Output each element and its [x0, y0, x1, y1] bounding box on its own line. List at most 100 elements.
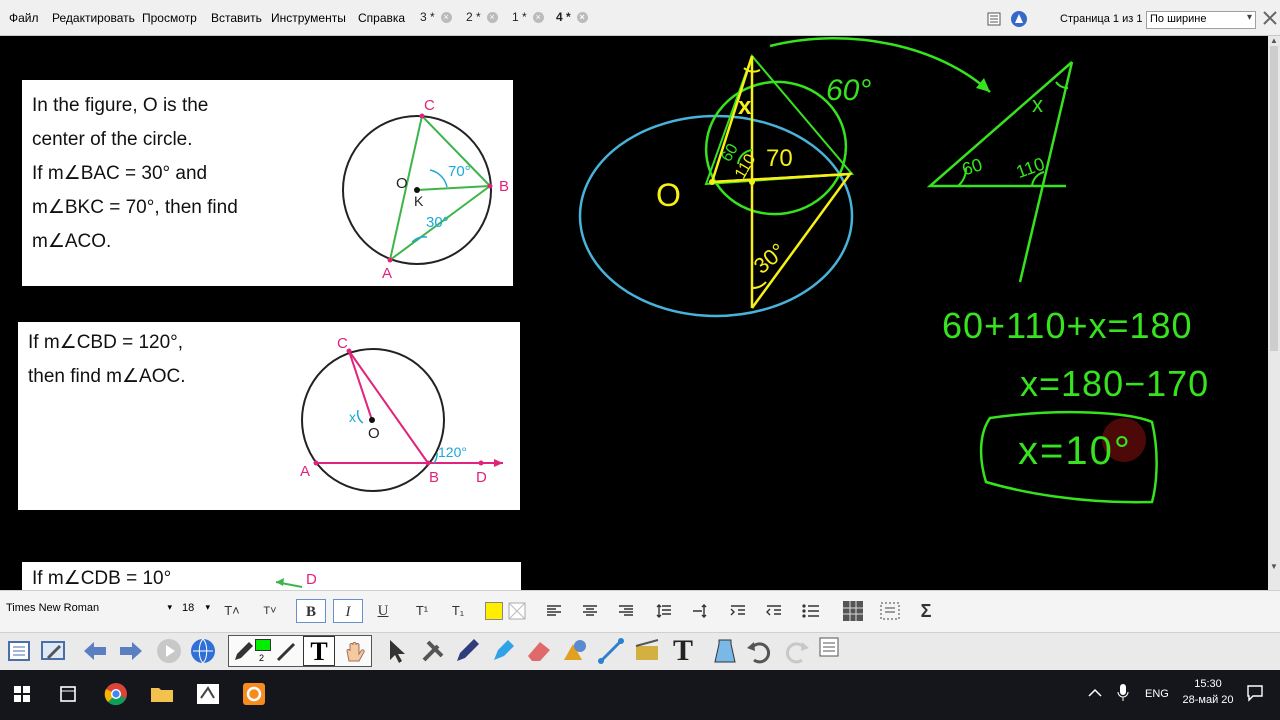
recorder-app-icon[interactable] — [238, 678, 270, 710]
align-right-icon[interactable] — [618, 603, 634, 619]
close-icon[interactable]: × — [532, 12, 544, 23]
close-icon[interactable]: × — [486, 12, 498, 23]
menu-bar: Файл Редактировать Просмотр Вставить Инс… — [0, 0, 1280, 36]
close-icon[interactable]: × — [440, 12, 452, 23]
bold-button[interactable]: B — [296, 599, 326, 623]
chevron-up-icon[interactable] — [1088, 688, 1102, 698]
select-cursor-icon[interactable] — [382, 636, 412, 666]
scroll-up-icon[interactable]: ▲ — [1270, 36, 1278, 45]
decrease-font-button[interactable]: T˅ — [260, 599, 280, 623]
fill-icon[interactable] — [710, 636, 740, 666]
redo-icon[interactable] — [782, 636, 812, 666]
vertical-scrollbar[interactable]: ▲ ▼ — [1268, 36, 1280, 590]
chevron-down-icon: ▾ — [1246, 12, 1252, 23]
menu-view[interactable]: Просмотр — [142, 11, 197, 25]
clock-date: 28-май 20 — [1182, 694, 1234, 706]
tab-3[interactable]: 3 * × — [420, 10, 452, 30]
whiteboard-canvas[interactable]: In the figure, O is the center of the ci… — [0, 36, 1268, 590]
scroll-down-icon[interactable]: ▼ — [1270, 562, 1278, 571]
marker-icon[interactable] — [275, 639, 299, 663]
shapes-icon[interactable] — [560, 636, 590, 666]
tab-2[interactable]: 2 * × — [466, 10, 498, 30]
page-list-icon[interactable] — [986, 11, 1002, 27]
browser-icon[interactable] — [188, 636, 218, 666]
bulleted-list-icon[interactable] — [802, 603, 820, 619]
menu-edit[interactable]: Редактировать — [52, 11, 135, 25]
chevron-down-icon: ▾ — [167, 602, 172, 612]
close-icon[interactable]: × — [576, 12, 588, 23]
tools-icon[interactable] — [418, 636, 448, 666]
highlighter-icon[interactable] — [488, 636, 518, 666]
italic-button[interactable]: I — [333, 599, 363, 623]
pen-icon[interactable] — [232, 639, 256, 663]
text-icon[interactable]: T — [668, 636, 698, 666]
highlight-color-button[interactable] — [485, 602, 503, 620]
text-tool-button[interactable]: T — [303, 636, 335, 666]
chrome-icon[interactable] — [100, 678, 132, 710]
hand-icon[interactable] — [341, 639, 367, 665]
zoom-value: По ширине — [1150, 13, 1207, 25]
zoom-select[interactable]: По ширине ▾ — [1146, 11, 1256, 29]
microphone-icon[interactable] — [1116, 683, 1130, 703]
pen-tool-icon[interactable] — [452, 636, 482, 666]
pen-tool-group: 2 T — [228, 635, 372, 667]
equation-button[interactable]: Σ — [916, 599, 936, 623]
ink-70: 70 — [766, 145, 793, 172]
magic-pen-icon[interactable] — [632, 636, 662, 666]
ink-o: O — [656, 177, 681, 213]
tab-label: 2 * — [466, 10, 481, 24]
fullscreen-icon[interactable] — [1262, 10, 1278, 26]
table-icon[interactable] — [842, 600, 864, 622]
align-left-icon[interactable] — [546, 603, 562, 619]
pen-color-swatch[interactable] — [255, 639, 271, 651]
next-page-icon[interactable] — [116, 636, 146, 666]
clock-time: 15:30 — [1194, 678, 1222, 690]
menu-file[interactable]: Файл — [9, 11, 39, 25]
menu-tools[interactable]: Инструменты — [271, 11, 346, 25]
more-options-icon[interactable] — [818, 636, 840, 658]
settings-icon[interactable] — [38, 636, 68, 666]
eraser-icon[interactable] — [524, 636, 554, 666]
whiteboard-app-icon[interactable] — [192, 678, 224, 710]
superscript-button[interactable]: T¹ — [410, 599, 434, 623]
menu-help[interactable]: Справка — [358, 11, 405, 25]
font-family-select[interactable]: Times New Roman ▾ — [4, 602, 174, 620]
indent-increase-icon[interactable] — [730, 603, 746, 619]
font-family-value: Times New Roman — [6, 602, 100, 614]
menu-insert[interactable]: Вставить — [211, 11, 262, 25]
ink-equation-2: x=180−170 — [1020, 363, 1209, 404]
undo-icon[interactable] — [744, 636, 774, 666]
clock[interactable]: 15:30 28-май 20 — [1180, 676, 1236, 708]
notifications-icon[interactable] — [1246, 684, 1264, 702]
no-fill-icon[interactable] — [508, 602, 526, 620]
ink-equation-1: 60+110+x=180 — [942, 305, 1193, 346]
windows-start-icon[interactable] — [6, 678, 38, 710]
increase-font-button[interactable]: T˄ — [222, 599, 242, 623]
align-center-icon[interactable] — [582, 603, 598, 619]
pen-width-value: 2 — [259, 653, 265, 663]
play-icon[interactable] — [154, 636, 184, 666]
tab-4[interactable]: 4 * × — [556, 10, 588, 30]
format-toolbar: Times New Roman ▾ 18 ▾ T˄ T˅ B I U T¹ T₁ Σ — [0, 590, 1280, 632]
page-sorter-icon[interactable] — [4, 636, 34, 666]
font-size-select[interactable]: 18 ▾ — [182, 602, 212, 620]
language-indicator[interactable]: ENG — [1145, 688, 1169, 700]
file-explorer-icon[interactable] — [146, 678, 178, 710]
underline-button[interactable]: U — [372, 599, 394, 623]
subscript-button[interactable]: T₁ — [446, 599, 470, 623]
text-box-icon[interactable] — [880, 602, 900, 620]
indent-decrease-icon[interactable] — [766, 603, 782, 619]
line-spacing-icon[interactable] — [656, 603, 672, 619]
line-tool-icon[interactable] — [596, 636, 626, 666]
paragraph-spacing-icon[interactable] — [692, 603, 708, 619]
font-size-value: 18 — [182, 602, 195, 614]
task-view-icon[interactable] — [52, 678, 84, 710]
ink-angle-60: 60° — [826, 74, 871, 107]
ink-tri-110: 110 — [1013, 154, 1047, 183]
tab-1[interactable]: 1 * × — [512, 10, 544, 30]
page-indicator: Страница 1 из 1 — [1060, 13, 1143, 25]
previous-page-icon[interactable] — [80, 636, 110, 666]
tab-label: 3 * — [420, 10, 435, 24]
scroll-thumb[interactable] — [1270, 46, 1278, 351]
navigate-up-icon[interactable] — [1010, 10, 1028, 28]
